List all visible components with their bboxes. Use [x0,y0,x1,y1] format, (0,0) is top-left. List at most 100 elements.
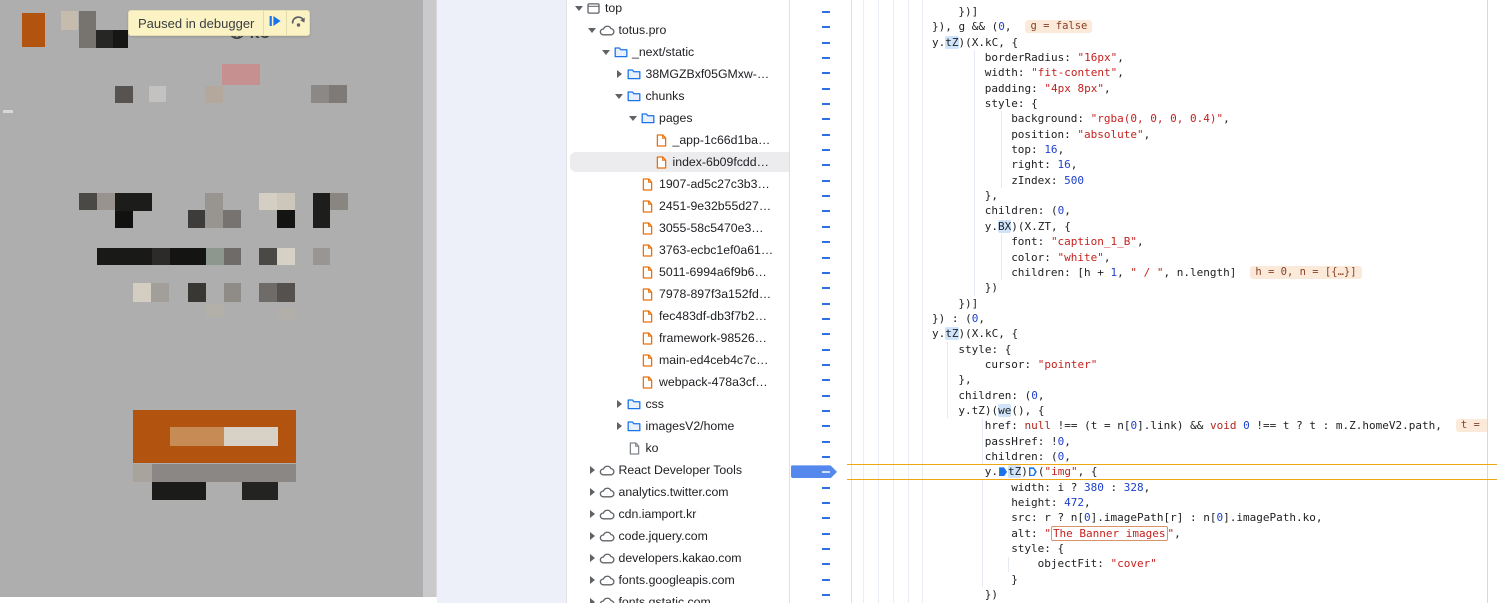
code-line[interactable]: }) [790,280,1497,295]
inline-breakpoint-marker-active[interactable] [999,467,1007,476]
tree-expand-arrow[interactable] [586,596,599,603]
tree-item-fonts-googleapis-com[interactable]: fonts.googleapis.com [567,569,789,591]
tree-item-webpack-478a3cf-[interactable]: webpack-478a3cf… [567,371,789,393]
code-line[interactable]: y.tZ)(we(), { [790,403,1497,418]
code-line[interactable]: top: 16, [790,142,1497,157]
code-line[interactable]: width: "fit-content", [790,65,1497,80]
code-token: "cover" [1110,557,1156,570]
code-line[interactable]: right: 16, [790,157,1497,172]
code-line[interactable]: })] [790,296,1497,311]
tree-item-3055-58c5470e3-[interactable]: 3055-58c5470e3… [567,217,789,239]
tree-item-developers-kakao-com[interactable]: developers.kakao.com [567,547,789,569]
tree-item-fonts-gstatic-com[interactable]: fonts.gstatic.com [567,591,789,603]
tree-item-label: top [605,1,622,15]
tree-item-label: 3055-58c5470e3… [659,221,764,235]
code-line[interactable]: background: "rgba(0, 0, 0, 0.4)", [790,111,1497,126]
code-line[interactable]: children: (0, [790,449,1497,464]
code-line[interactable]: zIndex: 500 [790,173,1497,188]
tree-expand-arrow[interactable] [586,508,599,520]
tree-item-imagesv2-home[interactable]: imagesV2/home [567,415,789,437]
code-line[interactable]: style: { [790,342,1497,357]
tree-expand-arrow[interactable] [613,420,626,432]
code-line[interactable]: }), g && (0,g = false [790,19,1497,34]
tree-expand-arrow[interactable] [586,530,599,542]
code-line[interactable]: }) : (0, [790,311,1497,326]
page-scrollbar-track[interactable] [423,0,437,597]
code-line[interactable]: padding: "4px 8px", [790,81,1497,96]
code-line[interactable]: })] [790,4,1497,19]
tree-item--app-1c66d1ba-[interactable]: _app-1c66d1ba… [567,129,789,151]
code-line[interactable]: position: "absolute", [790,127,1497,142]
code-line[interactable]: style: { [790,96,1497,111]
code-line[interactable]: } [790,572,1497,587]
tree-item-5011-6994a6f9b6-[interactable]: 5011-6994a6f9b6… [567,261,789,283]
code-line[interactable]: cursor: "pointer" [790,357,1497,372]
tree-expand-arrow[interactable] [572,2,585,14]
tree-item-7978-897f3a152fd-[interactable]: 7978-897f3a152fd… [567,283,789,305]
tree-expand-arrow[interactable] [626,112,639,124]
code-line[interactable]: y.tZ)(X.kC, { [790,326,1497,341]
tree-expand-arrow[interactable] [613,68,626,80]
code-line[interactable]: style: { [790,541,1497,556]
code-line[interactable]: y.tZ)(X.kC, { [790,35,1497,50]
tree-item-totus-pro[interactable]: totus.pro [567,19,789,41]
code-line[interactable]: width: i ? 380 : 328, [790,480,1497,495]
code-token: , [1038,389,1045,402]
tree-item-2451-9e32b55d27-[interactable]: 2451-9e32b55d27… [567,195,789,217]
code-line[interactable]: href: null !== (t = n[0].link) && void 0… [790,418,1497,433]
tree-expand-arrow[interactable] [586,486,599,498]
tree-expand-arrow[interactable] [586,552,599,564]
tree-item-css[interactable]: css [567,393,789,415]
tree-expand-arrow[interactable] [586,24,599,36]
inline-breakpoint-marker[interactable] [1029,467,1037,476]
code-line[interactable]: height: 472, [790,495,1497,510]
tree-expand-arrow[interactable] [599,46,612,58]
code-line[interactable]: alt: "The Banner images", [790,526,1497,541]
execution-line-top-rule [847,464,1497,466]
tree-expand-arrow[interactable] [613,90,626,102]
cloud-icon [599,465,616,476]
code-line[interactable]: y.BX)(X.ZT, { [790,219,1497,234]
code-line[interactable]: passHref: !0, [790,434,1497,449]
tree-item-1907-ad5c27c3b3-[interactable]: 1907-ad5c27c3b3… [567,173,789,195]
source-editor[interactable]: })]}), g && (0,g = falsey.tZ)(X.kC, {bor… [790,0,1497,603]
tree-item-label: React Developer Tools [619,463,743,477]
code-line[interactable]: children: (0, [790,388,1497,403]
code-line[interactable]: color: "white", [790,250,1497,265]
tree-item-framework-98526-[interactable]: framework-98526… [567,327,789,349]
tree-expand-arrow[interactable] [586,574,599,586]
tree-item-react-developer-tools[interactable]: React Developer Tools [567,459,789,481]
tree-item-cdn-iamport-kr[interactable]: cdn.iamport.kr [567,503,789,525]
sources-file-tree: top totus.pro_next/static38MGZBxf05GMxw-…… [567,0,789,603]
code-line[interactable]: src: r ? n[0].imagePath[r] : n[0].imageP… [790,510,1497,525]
step-over-button[interactable] [286,11,309,35]
resume-script-button[interactable] [263,11,286,35]
code-line[interactable]: font: "caption_1_B", [790,234,1497,249]
tree-expand-arrow[interactable] [613,398,626,410]
page-block [152,464,296,482]
tree-item-3763-ecbc1ef0a61-[interactable]: 3763-ecbc1ef0a61… [567,239,789,261]
code-line[interactable]: children: [h + 1, " / ", n.length]h = 0,… [790,265,1497,280]
code-line[interactable]: children: (0, [790,203,1497,218]
editor-scrollbar-track[interactable] [1487,0,1497,603]
tree-item-analytics-twitter-com[interactable]: analytics.twitter.com [567,481,789,503]
tree-item-chunks[interactable]: chunks [567,85,789,107]
tree-item-code-jquery-com[interactable]: code.jquery.com [567,525,789,547]
tree-item-index-6b09fcdd-[interactable]: index-6b09fcdd… [567,151,789,173]
tree-item-top[interactable]: top [567,0,789,19]
code-token: "pointer" [1038,358,1098,371]
tree-item-ko[interactable]: ko [567,437,789,459]
tree-expand-arrow[interactable] [586,464,599,476]
tree-item-fec483df-db3f7b2-[interactable]: fec483df-db3f7b2… [567,305,789,327]
code-line[interactable]: }) [790,587,1497,602]
code-line[interactable]: borderRadius: "16px", [790,50,1497,65]
tree-item-main-ed4ceb4c7c-[interactable]: main-ed4ceb4c7c… [567,349,789,371]
code-line[interactable]: }, [790,188,1497,203]
page-block [97,193,115,210]
tree-item-pages[interactable]: pages [567,107,789,129]
code-line[interactable]: }, [790,372,1497,387]
tree-item--next-static[interactable]: _next/static [567,41,789,63]
tree-item-38mgzbxf05gmxw-[interactable]: 38MGZBxf05GMxw-… [567,63,789,85]
code-line[interactable]: objectFit: "cover" [790,556,1497,571]
execution-line[interactable]: y.tZ)("img", { [790,464,1497,479]
